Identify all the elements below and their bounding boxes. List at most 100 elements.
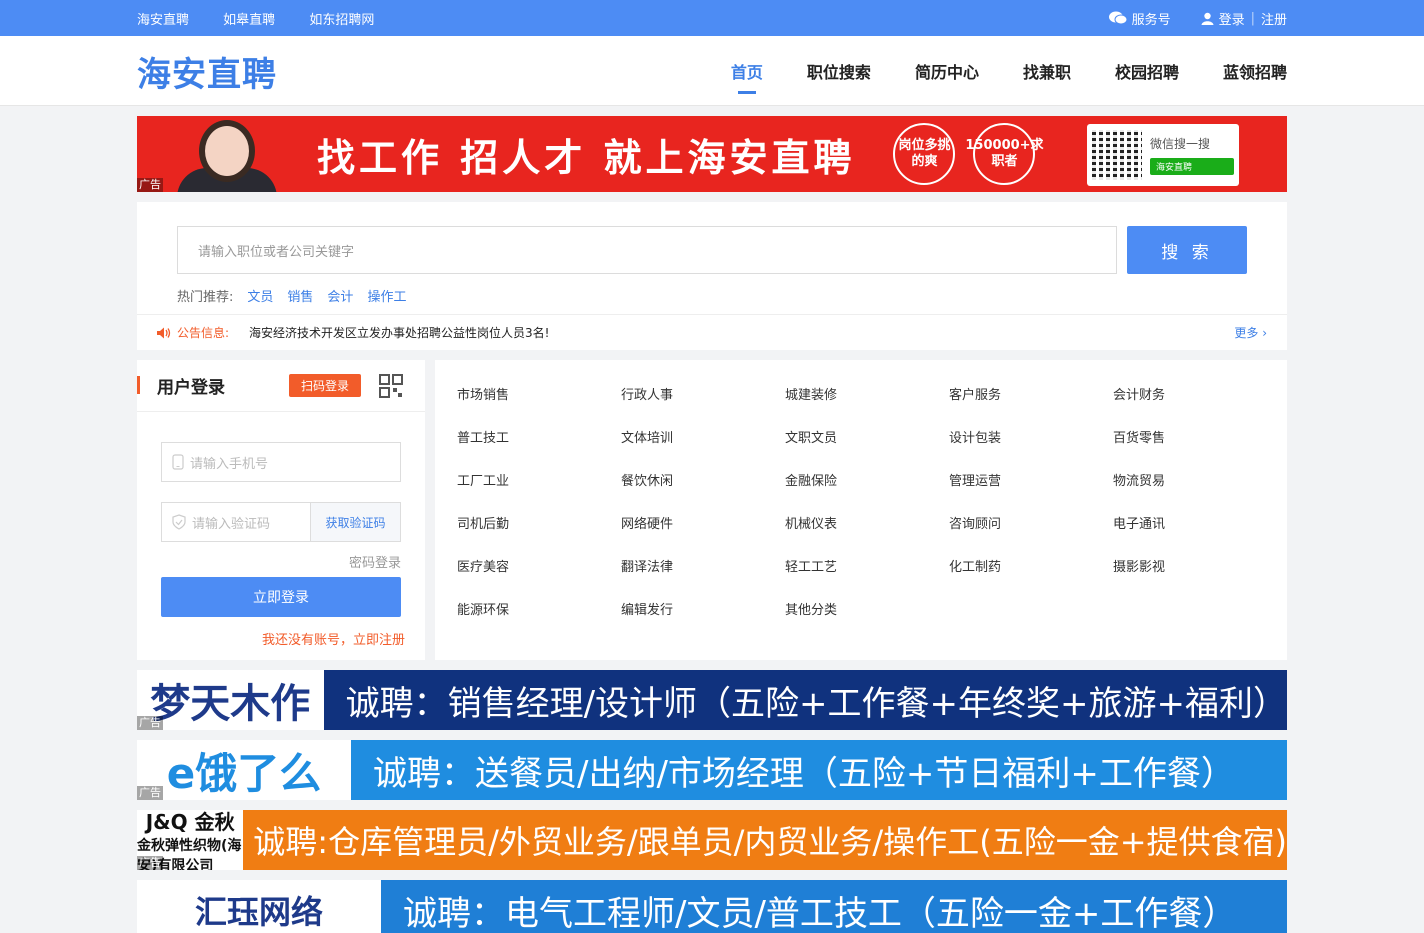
main-nav: 首页 职位搜索 简历中心 找兼职 校园招聘 蓝领招聘 xyxy=(687,36,1287,106)
category-item[interactable]: 翻译法律 xyxy=(621,556,785,599)
banner-qr-box: 微信搜一搜 海安直聘 xyxy=(1087,124,1239,186)
ad-banner-mengtian[interactable]: 梦天木作 诚聘：销售经理/设计师（五险+工作餐+年终奖+旅游+福利） 广告 xyxy=(137,670,1287,730)
register-link[interactable]: 注册 xyxy=(1261,9,1287,28)
ad-banner-eleme[interactable]: e饿了么 诚聘：送餐员/出纳/市场经理（五险+节日福利+工作餐） 广告 xyxy=(137,740,1287,800)
auth-links: 登录 | 注册 xyxy=(1201,9,1287,28)
notice-message[interactable]: 海安经济技术开发区立发办事处招聘公益性岗位人员3名! xyxy=(249,324,549,341)
register-link[interactable]: 我还没有账号，立即注册 xyxy=(137,629,405,648)
speaker-icon xyxy=(157,327,171,338)
nav-blue-collar[interactable]: 蓝领招聘 xyxy=(1223,36,1287,106)
category-item[interactable]: 能源环保 xyxy=(457,599,621,642)
ad-banner-jinqiu[interactable]: J&Q 金秋 金秋弹性织物(海安)有限公司 诚聘:仓库管理员/外贸业务/跟单员/… xyxy=(137,810,1287,870)
category-item[interactable]: 文体培训 xyxy=(621,427,785,470)
qr-code-icon xyxy=(1092,130,1142,180)
login-submit-button[interactable]: 立即登录 xyxy=(161,577,401,617)
get-code-button[interactable]: 获取验证码 xyxy=(310,503,400,541)
shield-check-icon xyxy=(172,514,186,530)
ad-banner-huijue[interactable]: 汇珏网络 诚聘：电气工程师/文员/普工技工（五险一金+工作餐） xyxy=(137,880,1287,933)
ad-tag: 广告 xyxy=(137,856,163,870)
code-placeholder: 请输入验证码 xyxy=(192,516,271,532)
search-button[interactable]: 搜 索 xyxy=(1127,226,1247,274)
ad-text: 诚聘:仓库管理员/外贸业务/跟单员/内贸业务/操作工(五险一金+提供食宿) xyxy=(243,810,1287,870)
category-item[interactable]: 城建装修 xyxy=(785,384,949,427)
nav-resume-center[interactable]: 简历中心 xyxy=(915,36,979,106)
phone-icon xyxy=(172,454,184,470)
category-item[interactable]: 百货零售 xyxy=(1113,427,1277,470)
category-item[interactable]: 管理运营 xyxy=(949,470,1113,513)
category-grid: 市场销售 行政人事 城建装修 客户服务 会计财务 普工技工 文体培训 文职文员 … xyxy=(435,360,1287,660)
service-account-label: 服务号 xyxy=(1131,12,1171,28)
hot-keyword[interactable]: 销售 xyxy=(287,290,313,305)
search-input[interactable]: 请输入职位或者公司关键字 xyxy=(177,226,1117,274)
banner-badge-jobs: 岗位多挑的爽 xyxy=(893,123,956,185)
category-item[interactable]: 行政人事 xyxy=(621,384,785,427)
banner-badge-seekers: 150000+求职者 xyxy=(965,123,1044,185)
nav-campus[interactable]: 校园招聘 xyxy=(1115,36,1179,106)
login-panel: 用户登录 扫码登录 请输入手机号 请输入验证码 获取验证码 密码登录 立即登录 … xyxy=(137,360,425,660)
category-item[interactable]: 设计包装 xyxy=(949,427,1113,470)
category-item[interactable]: 轻工工艺 xyxy=(785,556,949,599)
phone-field[interactable]: 请输入手机号 xyxy=(161,442,401,482)
nav-job-search[interactable]: 职位搜索 xyxy=(807,36,871,106)
login-title: 用户登录 xyxy=(157,378,225,398)
header: 海安直聘 首页 职位搜索 简历中心 找兼职 校园招聘 蓝领招聘 xyxy=(0,36,1424,106)
site-link-haian[interactable]: 海安直聘 xyxy=(137,13,189,28)
category-item[interactable]: 金融保险 xyxy=(785,470,949,513)
site-links: 海安直聘 如皋直聘 如东招聘网 xyxy=(137,9,404,28)
category-item[interactable]: 物流贸易 xyxy=(1113,470,1277,513)
notice-label: 公告信息: xyxy=(177,326,230,340)
qr-code-icon[interactable] xyxy=(379,373,404,398)
separator: | xyxy=(1250,10,1255,26)
password-login-link[interactable]: 密码登录 xyxy=(137,552,401,571)
top-bar: 海安直聘 如皋直聘 如东招聘网 服务号 登录 | 注册 xyxy=(0,0,1424,36)
ad-brand-logo: 汇珏网络 xyxy=(137,880,381,933)
category-item[interactable]: 其他分类 xyxy=(785,599,949,642)
login-link[interactable]: 登录 xyxy=(1219,9,1245,28)
top-banner-ad[interactable]: 找工作 招人才 就上海安直聘 岗位多挑的爽 150000+求职者 微信搜一搜 海… xyxy=(137,116,1287,192)
category-item[interactable]: 化工制药 xyxy=(949,556,1113,599)
hot-keywords: 热门推荐: 文员 销售 会计 操作工 xyxy=(177,286,1247,305)
category-item[interactable]: 医疗美容 xyxy=(457,556,621,599)
category-item[interactable]: 司机后勤 xyxy=(457,513,621,556)
category-item[interactable]: 餐饮休闲 xyxy=(621,470,785,513)
category-item[interactable]: 文职文员 xyxy=(785,427,949,470)
category-item[interactable]: 普工技工 xyxy=(457,427,621,470)
wechat-search-text: 微信搜一搜 xyxy=(1150,137,1211,151)
ad-brand-name: J&Q 金秋 xyxy=(145,810,235,834)
hot-label: 热门推荐: xyxy=(177,290,234,305)
category-item[interactable]: 客户服务 xyxy=(949,384,1113,427)
site-logo[interactable]: 海安直聘 xyxy=(137,47,277,96)
search-section: 请输入职位或者公司关键字 搜 索 热门推荐: 文员 销售 会计 操作工 xyxy=(137,202,1287,314)
site-link-rudong[interactable]: 如东招聘网 xyxy=(309,13,374,28)
category-item[interactable]: 机械仪表 xyxy=(785,513,949,556)
category-item[interactable]: 咨询顾问 xyxy=(949,513,1113,556)
ad-text: 诚聘：电气工程师/文员/普工技工（五险一金+工作餐） xyxy=(381,880,1287,933)
notice-more-link[interactable]: 更多 › xyxy=(1234,324,1267,341)
hot-keyword[interactable]: 操作工 xyxy=(367,290,406,305)
category-item[interactable]: 摄影影视 xyxy=(1113,556,1277,599)
category-item[interactable]: 电子通讯 xyxy=(1113,513,1277,556)
code-field[interactable]: 请输入验证码 获取验证码 xyxy=(161,502,401,542)
ad-tag: 广告 xyxy=(137,178,163,192)
category-item[interactable]: 工厂工业 xyxy=(457,470,621,513)
nav-part-time[interactable]: 找兼职 xyxy=(1023,36,1071,106)
category-item[interactable]: 网络硬件 xyxy=(621,513,785,556)
wechat-search-button: 海安直聘 xyxy=(1150,158,1234,175)
notice-bar: 公告信息: 海安经济技术开发区立发办事处招聘公益性岗位人员3名! 更多 › xyxy=(137,314,1287,350)
user-icon xyxy=(1201,12,1214,25)
category-item[interactable]: 编辑发行 xyxy=(621,599,785,642)
banner-slogan: 找工作 招人才 就上海安直聘 xyxy=(317,135,856,180)
scan-login-button[interactable]: 扫码登录 xyxy=(289,374,362,397)
hot-keyword[interactable]: 会计 xyxy=(327,290,353,305)
ad-tag: 广告 xyxy=(137,716,163,730)
site-link-rugao[interactable]: 如皋直聘 xyxy=(223,13,275,28)
category-item[interactable]: 市场销售 xyxy=(457,384,621,427)
ad-brand-logo: e饿了么 xyxy=(137,740,351,800)
wechat-icon xyxy=(1108,11,1127,25)
nav-home[interactable]: 首页 xyxy=(731,36,763,106)
hot-keyword[interactable]: 文员 xyxy=(247,290,273,305)
ad-text: 诚聘：送餐员/出纳/市场经理（五险+节日福利+工作餐） xyxy=(351,740,1287,800)
category-item[interactable]: 会计财务 xyxy=(1113,384,1277,427)
service-account-link[interactable]: 服务号 xyxy=(1108,9,1171,28)
ad-text: 诚聘：销售经理/设计师（五险+工作餐+年终奖+旅游+福利） xyxy=(323,670,1287,730)
